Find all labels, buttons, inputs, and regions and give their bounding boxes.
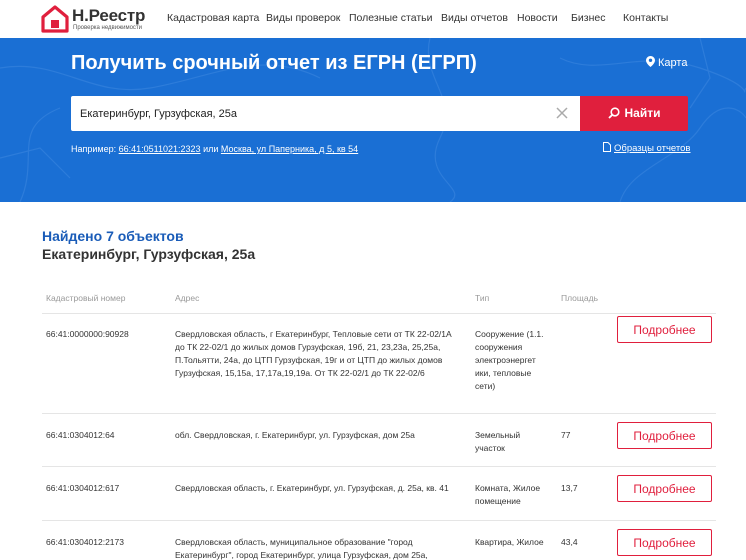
row-2-cadastral[interactable]: 66:41:0304012:64 [46, 429, 166, 442]
example-or: или [203, 144, 219, 154]
row-4-area: 43,4 [561, 537, 578, 547]
search-box [71, 96, 580, 131]
search-icon [607, 107, 620, 119]
row-3-type: Комната, Жилое помещение [475, 483, 541, 506]
divider [42, 313, 716, 314]
row-2-details-button[interactable]: Подробнее [617, 422, 712, 449]
top-navigation: Н.Реестр Проверка недвижимости Кадастров… [0, 0, 746, 38]
map-link-label: Карта [658, 57, 688, 69]
nav-contacts[interactable]: Контакты [623, 12, 668, 24]
row-4-cadastral[interactable]: 66:41:0304012:2173 [46, 536, 166, 549]
row-2-area: 77 [561, 430, 571, 440]
row-1-details-button[interactable]: Подробнее [617, 316, 712, 343]
search-button-label: Найти [624, 106, 661, 120]
hero-banner: Получить срочный отчет из ЕГРН (ЕГРП) Ка… [0, 38, 746, 202]
map-link[interactable]: Карта [646, 56, 687, 69]
row-1-type: Сооружение (1.1. сооружения электроэнерг… [475, 329, 544, 391]
row-3-area: 13,7 [561, 483, 578, 493]
map-pin-icon [646, 56, 655, 67]
nav-business[interactable]: Бизнес [571, 12, 605, 24]
divider [42, 413, 716, 414]
divider [42, 466, 716, 467]
row-4-type: Квартира, Жилое [475, 537, 544, 547]
page-title: Получить срочный отчет из ЕГРН (ЕГРП) [71, 52, 477, 74]
report-samples-link[interactable]: Образцы отчетов [603, 142, 690, 154]
search-example: Например: 66:41:0511021:2323 или Москва,… [71, 144, 358, 154]
row-2-address: обл. Свердловская, г. Екатеринбург, ул. … [175, 430, 415, 440]
document-icon [603, 142, 611, 152]
row-3-cadastral[interactable]: 66:41:0304012:617 [46, 482, 166, 495]
brand-tagline: Проверка недвижимости [73, 25, 143, 31]
house-logo-icon [41, 5, 69, 33]
example-address-link[interactable]: Москва, ул Паперника, д 5, кв 54 [221, 144, 358, 154]
row-1-cadastral[interactable]: 66:41:0000000:90928 [46, 328, 166, 341]
logo[interactable]: Н.Реестр Проверка недвижимости [41, 4, 151, 34]
nav-news[interactable]: Новости [517, 12, 558, 24]
column-area: Площадь [561, 293, 599, 303]
nav-check-types[interactable]: Виды проверок [266, 12, 340, 24]
row-4-details-button[interactable]: Подробнее [617, 529, 712, 556]
divider [42, 520, 716, 521]
nav-cadastral-map[interactable]: Кадастровая карта [167, 12, 259, 24]
results-count: Найдено 7 объектов [42, 228, 184, 244]
results-address: Екатеринбург, Гурзуфская, 25а [42, 246, 256, 262]
brand-name: Н.Реестр [72, 6, 146, 25]
row-2-type: Земельный участок [475, 430, 521, 453]
example-cadastral-link[interactable]: 66:41:0511021:2323 [119, 144, 201, 154]
column-address: Адрес [175, 293, 200, 303]
column-cadastral: Кадастровый номер [46, 293, 126, 303]
report-samples-label: Образцы отчетов [614, 143, 691, 154]
search-button[interactable]: Найти [580, 96, 688, 131]
row-3-details-button[interactable]: Подробнее [617, 475, 712, 502]
row-3-address: Свердловская область, г. Екатеринбург, у… [175, 483, 449, 493]
nav-report-types[interactable]: Виды отчетов [441, 12, 508, 24]
example-prefix: Например: [71, 144, 117, 154]
row-1-address: Свердловская область, г Екатеринбург, Те… [175, 329, 452, 378]
column-type: Тип [475, 293, 490, 303]
close-icon[interactable] [555, 106, 569, 120]
nav-useful-articles[interactable]: Полезные статьи [349, 12, 433, 24]
row-4-address: Свердловская область, муниципальное обра… [175, 537, 428, 560]
search-input[interactable] [71, 96, 551, 131]
